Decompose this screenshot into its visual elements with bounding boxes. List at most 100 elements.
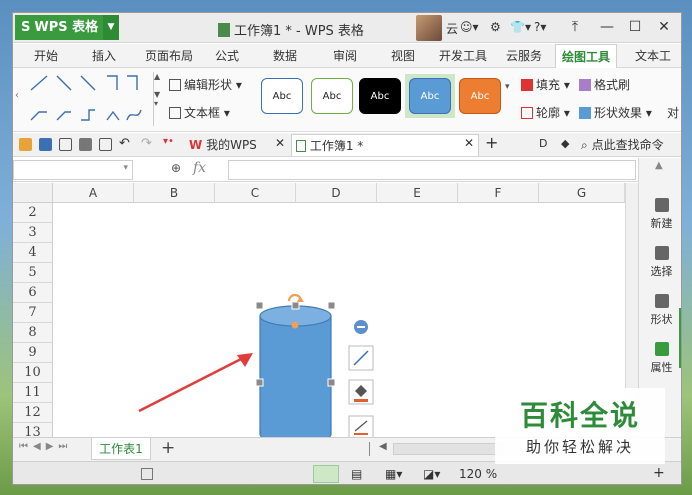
tab-splitter[interactable] xyxy=(369,442,375,456)
outline-tool-icon[interactable] xyxy=(348,415,374,437)
page-layout-view-icon[interactable]: ▤ xyxy=(351,467,362,481)
tab-page-layout[interactable]: 页面布局 xyxy=(139,44,199,68)
formula-input[interactable] xyxy=(228,160,636,180)
cloud-status-icon[interactable]: ☺▾ xyxy=(460,20,479,34)
close-button[interactable]: ✕ xyxy=(650,16,678,38)
restore-ribbon-icon[interactable]: ⤒ xyxy=(561,16,589,38)
add-sheet-icon[interactable]: + xyxy=(161,438,175,458)
zoom-in-icon[interactable]: + xyxy=(653,465,665,481)
open-icon[interactable] xyxy=(19,138,32,151)
align-button[interactable]: 对 xyxy=(667,104,679,121)
cloud-doc-icon[interactable]: D xyxy=(539,137,547,150)
tab-text-tools[interactable]: 文本工 xyxy=(625,44,681,68)
avatar[interactable] xyxy=(416,15,442,41)
style-label: Abc xyxy=(322,91,342,102)
reading-view-icon[interactable]: ◪▾ xyxy=(423,467,440,481)
side-item-label: 形状 xyxy=(650,313,673,326)
format-painter-button[interactable]: 格式刷 xyxy=(579,76,630,93)
style-more-icon[interactable]: ▾ xyxy=(505,82,510,92)
outline-button[interactable]: 轮廓 ▾ xyxy=(521,104,570,121)
side-item-new[interactable]: 新建 xyxy=(639,198,681,231)
shape-style-3[interactable]: Abc xyxy=(359,78,401,114)
wps-app-button[interactable]: S WPS 表格 ▼ xyxy=(15,15,119,40)
gallery-scroll[interactable]: ▲ ▼ ▾ xyxy=(153,72,162,126)
customize-icon[interactable]: ▾• xyxy=(163,136,174,147)
side-item-shapes[interactable]: 形状 xyxy=(639,294,681,327)
maximize-button[interactable]: ☐ xyxy=(621,16,649,38)
redo-icon[interactable]: ↷ xyxy=(141,136,152,151)
collapse-tools-icon[interactable] xyxy=(354,320,368,334)
my-wps-label: 我的WPS xyxy=(206,138,257,152)
print-preview-icon[interactable] xyxy=(99,138,112,151)
close-workbook-tab-icon[interactable]: ✕ xyxy=(464,136,474,150)
adjust-handle[interactable] xyxy=(291,321,299,329)
side-item-properties[interactable]: 属性 xyxy=(639,342,681,375)
normal-view-button[interactable] xyxy=(313,465,339,483)
shape-style-tool-icon[interactable] xyxy=(348,345,374,371)
chevron-down-icon[interactable]: ▼ xyxy=(103,15,119,40)
sheet-nav-arrows[interactable]: ⏮◀▶⏭ xyxy=(19,441,72,452)
tab-developer[interactable]: 开发工具 xyxy=(433,44,493,68)
tab-view[interactable]: 视图 xyxy=(383,44,423,68)
command-search[interactable]: ⌕ 点此查找命令 xyxy=(581,136,681,153)
search-label: 点此查找命令 xyxy=(591,138,664,152)
side-item-select[interactable]: 选择 xyxy=(639,246,681,279)
export-pdf-icon[interactable] xyxy=(59,138,72,151)
line-shapes-gallery[interactable] xyxy=(27,72,147,126)
tab-data[interactable]: 数据 xyxy=(265,44,305,68)
fx-icon[interactable]: fx xyxy=(193,160,206,176)
style-label: Abc xyxy=(370,91,390,102)
sheet-tab-1[interactable]: 工作表1 xyxy=(91,438,151,460)
shape-style-1[interactable]: Abc xyxy=(261,78,303,114)
wps-logo-icon: S xyxy=(21,20,31,35)
help-icon[interactable]: ?▾ xyxy=(534,20,546,34)
zoom-level[interactable]: 120 % xyxy=(459,467,497,481)
cloud-label[interactable]: 云 xyxy=(446,20,458,37)
shape-style-5[interactable]: Abc xyxy=(459,78,501,114)
new-tab-icon[interactable]: + xyxy=(485,133,498,152)
chevron-down-icon[interactable]: ▾ xyxy=(123,163,128,173)
title-bar: S WPS 表格 ▼ 工作簿1 * - WPS 表格 云 ☺▾ ⚙ 👕▾ ?▾ ⤒… xyxy=(13,13,681,43)
side-item-label: 新建 xyxy=(650,217,673,230)
save-icon[interactable] xyxy=(39,138,52,151)
tab-review[interactable]: 审阅 xyxy=(325,44,365,68)
tab-home[interactable]: 开始 xyxy=(23,44,69,68)
tab-formulas[interactable]: 公式 xyxy=(207,44,247,68)
share-icon[interactable]: ◆ xyxy=(561,137,569,150)
name-box[interactable]: ▾ xyxy=(13,160,133,180)
scroll-left-icon[interactable]: ‹ xyxy=(15,90,19,101)
zoom-formula-icon[interactable]: ⊕ xyxy=(171,161,181,175)
shape-style-4[interactable]: Abc xyxy=(409,78,451,114)
pointer-arrow xyxy=(138,353,253,413)
horizontal-scrollbar[interactable] xyxy=(393,443,503,455)
settings-icon[interactable]: ⚙ xyxy=(490,20,501,34)
page-break-view-icon[interactable]: ▦▾ xyxy=(385,467,402,481)
undo-icon[interactable]: ↶ xyxy=(119,136,130,151)
new-icon xyxy=(654,198,669,212)
tab-workbook[interactable]: 工作簿1 * xyxy=(291,134,479,156)
skin-icon[interactable]: 👕▾ xyxy=(510,20,531,34)
fill-tool-icon[interactable] xyxy=(348,379,374,405)
tab-cloud[interactable]: 云服务 xyxy=(499,44,549,68)
text-box-label: 文本框 xyxy=(184,106,221,120)
tab-drawing-tools[interactable]: 绘图工具 xyxy=(555,44,617,68)
style-label: Abc xyxy=(420,91,440,102)
print-icon[interactable] xyxy=(79,138,92,151)
minimize-button[interactable]: — xyxy=(593,16,621,38)
text-box-button[interactable]: 文本框 ▾ xyxy=(169,104,230,121)
watermark-subtitle: 助你轻松解决 xyxy=(525,438,634,456)
tab-insert[interactable]: 插入 xyxy=(81,44,127,68)
panel-scroll-icon[interactable]: ▲ xyxy=(655,160,663,171)
close-tab-icon[interactable]: ✕ xyxy=(275,136,285,150)
edit-shape-button[interactable]: 编辑形状 ▾ xyxy=(169,76,242,93)
fill-button[interactable]: 填充 ▾ xyxy=(521,76,570,93)
macro-icon[interactable] xyxy=(141,468,153,480)
app-name: WPS 表格 xyxy=(34,20,99,35)
shape-style-2[interactable]: Abc xyxy=(311,78,353,114)
style-label: Abc xyxy=(272,91,292,102)
shape-effects-button[interactable]: 形状效果 ▾ xyxy=(579,104,652,121)
panel-toggle[interactable] xyxy=(679,308,681,368)
tab-my-wps[interactable]: W 我的WPS xyxy=(189,134,281,156)
sheet-icon xyxy=(296,140,306,152)
scroll-left-icon[interactable]: ◀ xyxy=(379,441,387,452)
